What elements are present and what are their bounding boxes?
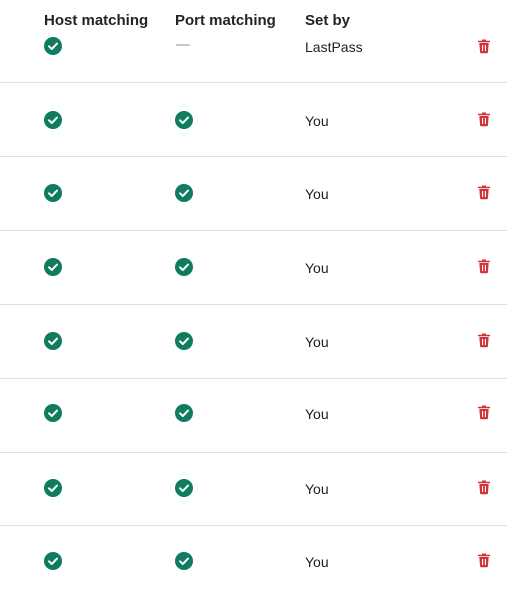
table-row: You [0, 230, 507, 305]
check-circle-icon [175, 479, 193, 497]
delete-icon[interactable] [476, 332, 492, 348]
column-header-host-matching[interactable]: Host matching [44, 12, 148, 30]
set-by-label: LastPass [305, 39, 363, 55]
delete-icon[interactable] [476, 111, 492, 127]
check-circle-icon [175, 332, 193, 350]
check-circle-icon [44, 184, 62, 202]
table-row: You [0, 378, 507, 453]
check-circle-icon [44, 258, 62, 276]
set-by-label: You [305, 554, 329, 570]
dash-icon [176, 44, 190, 46]
check-circle-icon [175, 258, 193, 276]
table-row: You [0, 451, 507, 526]
set-by-label: You [305, 260, 329, 276]
check-circle-icon [44, 479, 62, 497]
table-row: You [0, 82, 507, 157]
delete-icon[interactable] [476, 404, 492, 420]
table-header: Host matching Port matching Set by [0, 0, 507, 32]
check-circle-icon [44, 37, 62, 55]
delete-icon[interactable] [476, 552, 492, 568]
check-circle-icon [175, 552, 193, 570]
delete-icon[interactable] [476, 479, 492, 495]
table-row: You [0, 304, 507, 379]
set-by-label: You [305, 186, 329, 202]
delete-icon[interactable] [476, 258, 492, 274]
site-permissions-table: LastPass You You You You You You You Hos… [0, 0, 507, 576]
check-circle-icon [44, 111, 62, 129]
check-circle-icon [175, 404, 193, 422]
check-circle-icon [44, 332, 62, 350]
check-circle-icon [175, 111, 193, 129]
check-circle-icon [44, 552, 62, 570]
set-by-label: You [305, 334, 329, 350]
delete-icon[interactable] [476, 184, 492, 200]
set-by-label: You [305, 113, 329, 129]
delete-icon[interactable] [476, 38, 492, 54]
check-circle-icon [175, 184, 193, 202]
table-row: You [0, 525, 507, 599]
check-circle-icon [44, 404, 62, 422]
column-header-set-by[interactable]: Set by [305, 12, 350, 30]
set-by-label: You [305, 406, 329, 422]
set-by-label: You [305, 481, 329, 497]
table-row: You [0, 156, 507, 231]
column-header-port-matching[interactable]: Port matching [175, 12, 276, 30]
